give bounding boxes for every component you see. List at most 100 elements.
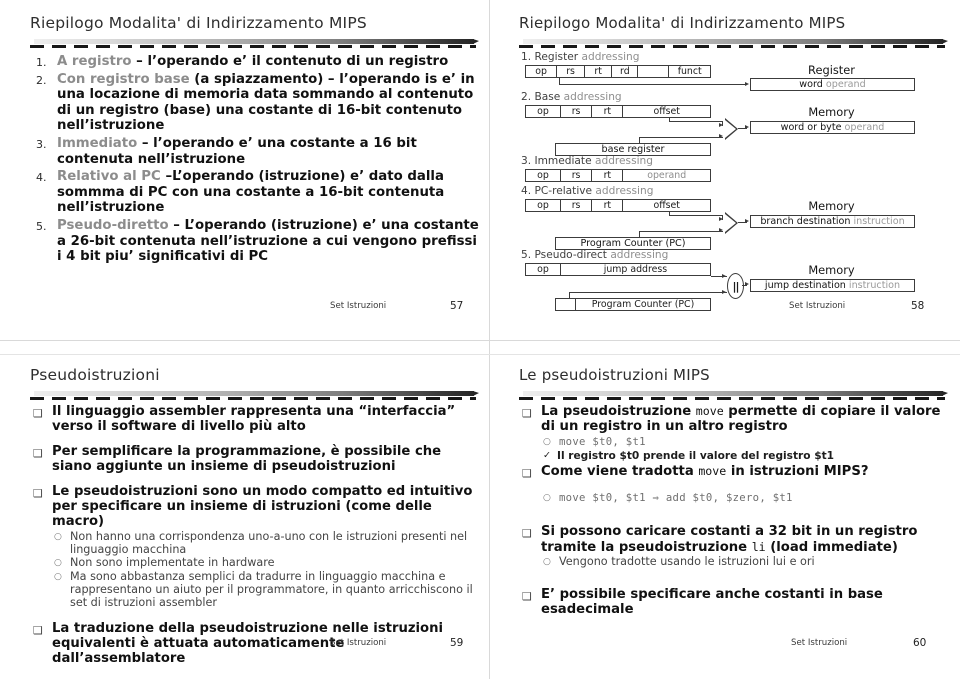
instruction-format-i-base: op rs rt offset bbox=[525, 105, 711, 118]
sub-bullets: ○ Non hanno una corrispondenza uno-a-uno … bbox=[52, 530, 480, 610]
list-item: 1. A registro – l’operando e’ il contenut… bbox=[30, 54, 480, 70]
wire-offset-across bbox=[669, 121, 723, 122]
page-title: Le pseudoistruzioni MIPS bbox=[519, 366, 710, 384]
title-rule bbox=[30, 391, 480, 400]
list-item: ❑ Si possono caricare costanti a 32 bit … bbox=[519, 524, 949, 569]
check-bullet-icon: ✓ bbox=[543, 449, 551, 461]
slide-footer: Set Istruzioni 59 bbox=[330, 637, 463, 649]
slide-footer: Set Istruzioni 58 bbox=[789, 300, 924, 312]
circle-bullet-icon: ○ bbox=[54, 558, 62, 569]
field-op: op bbox=[526, 66, 558, 77]
program-counter-box-j: Program Counter (PC) bbox=[555, 298, 711, 311]
title-rule bbox=[519, 391, 949, 400]
circle-bullet-icon: ○ bbox=[543, 493, 551, 504]
bullet-text-pre: Come viene tradotta bbox=[541, 464, 699, 480]
list-item: 5. Pseudo-diretto – L’operando (istruzion… bbox=[30, 218, 480, 265]
term-highlight: Immediato bbox=[57, 135, 138, 151]
heading-text-dim: addressing bbox=[592, 185, 654, 197]
wire-offset-across bbox=[669, 215, 723, 216]
field-rt: rt bbox=[592, 106, 624, 117]
heading-number: 4. bbox=[521, 185, 532, 197]
list-number: 5. bbox=[36, 219, 47, 233]
concat-input-arrow-bottom bbox=[722, 290, 726, 294]
heading-text: Pseudo-direct bbox=[534, 249, 607, 261]
footer-label: Set Istruzioni bbox=[791, 638, 848, 648]
footer-label: Set Istruzioni bbox=[789, 301, 846, 311]
handout-page: Riepilogo Modalita' di Indirizzamento MI… bbox=[0, 0, 960, 679]
diagram-heading-pc-relative: 4. PC-relative addressing bbox=[521, 185, 653, 197]
addressing-modes-list: 1. A registro – l’operando e’ il contenut… bbox=[30, 54, 480, 265]
slide-60: Le pseudoistruzioni MIPS ❑ La pseudoistr… bbox=[519, 366, 949, 666]
field-rd: rd bbox=[612, 66, 639, 77]
list-item: ❑ E’ possibile specificare anche costant… bbox=[519, 587, 949, 618]
field-rt: rt bbox=[585, 66, 613, 77]
sub-bullet-text: Ma sono abbastanza semplici da tradurre … bbox=[70, 570, 473, 609]
adder-input-arrow-bottom bbox=[719, 134, 723, 138]
sub-list-item: ○ Non sono implementate in hardware bbox=[52, 557, 480, 570]
diagram-heading-register: 1. Register addressing bbox=[521, 51, 639, 63]
bullet-text-pre: E’ possibile specificare anche costanti … bbox=[541, 586, 883, 618]
instruction-format-r: op rs rt rd funct bbox=[525, 65, 711, 78]
memory-operand-box: word or byte operand bbox=[750, 121, 915, 134]
instruction-format-i-branch: op rs rt offset bbox=[525, 199, 711, 212]
heading-text: Immediate bbox=[534, 155, 592, 167]
diagram-heading-immediate: 3. Immediate addressing bbox=[521, 155, 653, 167]
page-title: Riepilogo Modalita' di Indirizzamento MI… bbox=[30, 14, 367, 32]
branch-destination-box: branch destination instruction bbox=[750, 215, 915, 228]
field-op: op bbox=[526, 264, 561, 275]
list-item: ❑ Come viene tradotta move in istruzioni… bbox=[519, 464, 949, 505]
operand-text-dim: operand bbox=[844, 122, 885, 133]
operand-text: word or byte bbox=[780, 122, 842, 133]
heading-text-dim: addressing bbox=[560, 91, 622, 103]
list-item: ❑ La pseudoistruzione move permette di c… bbox=[519, 404, 949, 462]
wire-pc-across bbox=[639, 231, 723, 232]
square-bullet-icon: ❑ bbox=[33, 407, 43, 420]
list-item: 2. Con registro base (a spiazzamento) – l… bbox=[30, 72, 480, 134]
square-bullet-icon: ❑ bbox=[33, 623, 43, 637]
sub-bullet-text: Vengono tradotte usando le istruzioni lu… bbox=[559, 555, 815, 569]
code-line: move $t0, $t1 bbox=[559, 435, 646, 448]
rule-dashed-line bbox=[30, 397, 476, 400]
circle-bullet-icon: ○ bbox=[543, 436, 551, 447]
field-op: op bbox=[526, 106, 561, 117]
list-number: 3. bbox=[36, 137, 47, 151]
operand-text: jump destination bbox=[764, 280, 846, 291]
wire-base-across bbox=[639, 137, 723, 138]
square-bullet-icon: ❑ bbox=[522, 407, 532, 420]
title-rule bbox=[30, 39, 480, 48]
list-item: ❑ Il linguaggio assembler rappresenta un… bbox=[30, 404, 480, 435]
field-operand: operand bbox=[647, 170, 687, 181]
operand-text: branch destination bbox=[760, 216, 851, 227]
addressing-mode-diagram: 1. Register addressing op rs rt rd funct… bbox=[519, 51, 949, 311]
diagram-heading-pseudo-direct: 5. Pseudo-direct addressing bbox=[521, 249, 668, 261]
instruction-format-i-immediate: op rs rt operand bbox=[525, 169, 711, 182]
adder-input-arrow-bottom bbox=[719, 228, 723, 232]
field-rs: rs bbox=[561, 200, 593, 211]
square-bullet-icon: ❑ bbox=[522, 467, 532, 481]
term-description: – l’operando e’ il contenuto di un regis… bbox=[131, 54, 449, 69]
check-bullets: ✓ Il registro $t0 prende il valore del re… bbox=[541, 450, 949, 462]
concatenation-icon: || bbox=[727, 273, 744, 299]
instruction-format-j: op jump address bbox=[525, 263, 711, 276]
sub-bullets: ○ move $t0, $t1 bbox=[541, 436, 949, 449]
check-list-item: ✓ Il registro $t0 prende il valore del re… bbox=[541, 450, 949, 462]
rule-gradient-bar bbox=[34, 391, 479, 396]
circle-bullet-icon: ○ bbox=[543, 557, 551, 568]
field-jump-address: jump address bbox=[603, 264, 668, 275]
sub-list-item: ○ move $t0, $t1 ⇒ add $t0, $zero, $t1 bbox=[541, 492, 949, 505]
inline-code: move bbox=[698, 464, 727, 479]
circle-bullet-icon: ○ bbox=[54, 531, 62, 542]
sub-list-item: ○ move $t0, $t1 bbox=[541, 436, 949, 449]
field-rt: rt bbox=[592, 170, 624, 181]
wire-pc-up bbox=[639, 231, 640, 237]
field-funct: funct bbox=[677, 66, 702, 77]
bullet-text: Il linguaggio assembler rappresenta una … bbox=[52, 404, 456, 435]
square-bullet-icon: ❑ bbox=[33, 446, 43, 460]
bullet-text: Le pseudoistruzioni sono un modo compatt… bbox=[52, 483, 473, 530]
grid-divider-horizontal-2 bbox=[0, 354, 960, 355]
circle-bullet-icon: ○ bbox=[54, 572, 62, 583]
list-item: ❑ Le pseudoistruzioni sono un modo compa… bbox=[30, 484, 480, 610]
register-operand-box: word operand bbox=[750, 78, 915, 91]
inline-code: li bbox=[751, 539, 766, 554]
heading-text: Register bbox=[534, 51, 579, 63]
